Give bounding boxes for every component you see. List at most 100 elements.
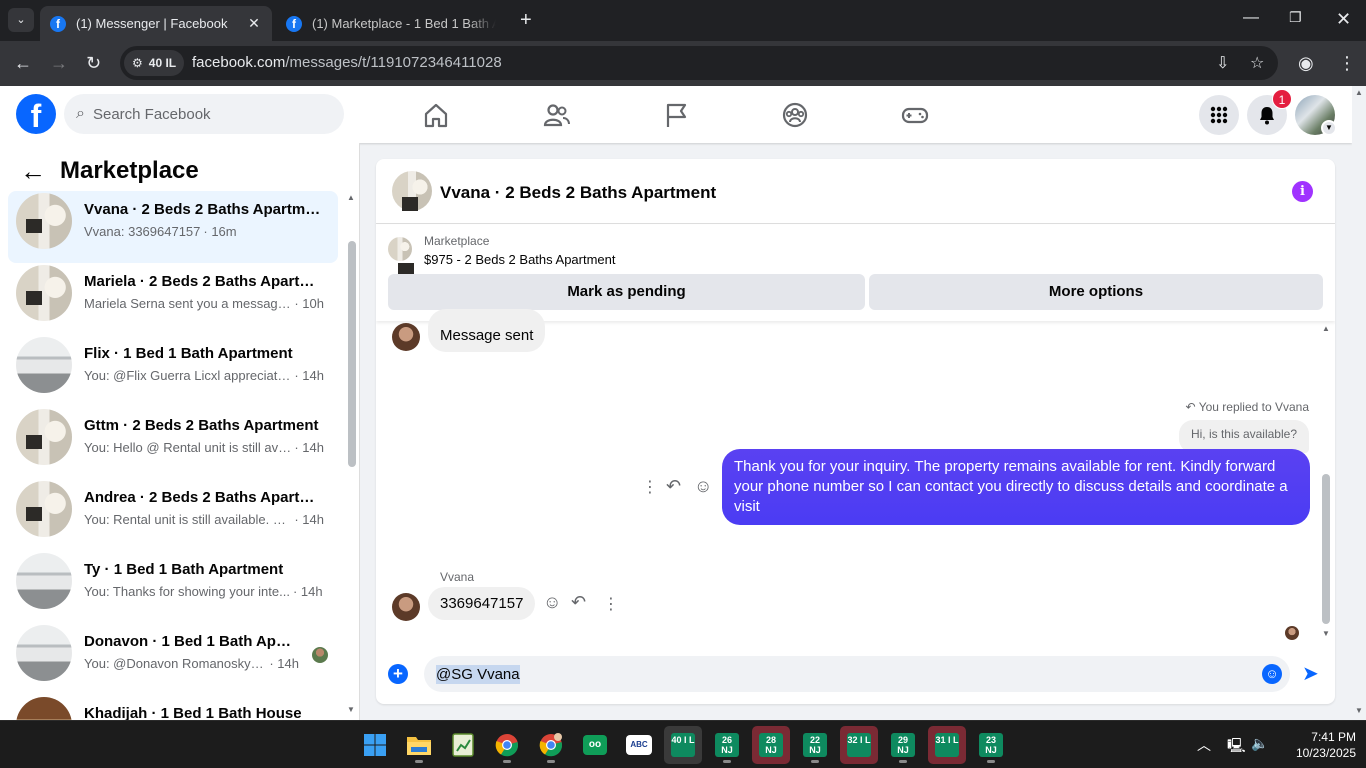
scroll-down-icon[interactable]: ▼ [1355,706,1363,715]
account-chevron-down-icon[interactable]: ▼ [1321,120,1337,136]
reply-icon: ↶ [1185,400,1199,414]
chat-item-donavon[interactable]: Donavon · 1 Bed 1 Bath Apart... You: @Do… [8,623,338,695]
chat-preview: You: @Donavon Romanoskyl a... · 14h [84,656,299,671]
close-tab-icon[interactable]: ✕ [246,15,262,32]
add-attachment-plus-icon[interactable]: + [388,664,408,684]
taskbar-profile-tile[interactable]: 31 I L [928,726,966,764]
chat-item-ty[interactable]: Ty · 1 Bed 1 Bath Apartment You: Thanks … [8,551,338,623]
listing-thumbnail [16,553,72,609]
file-explorer-icon[interactable] [400,726,438,764]
chat-item-flix[interactable]: Flix · 1 Bed 1 Bath Apartment You: @Flix… [8,335,338,407]
message-input-value[interactable]: @SG Vvana [436,664,520,684]
restore-icon[interactable]: ❐ [1289,9,1302,26]
windows-taskbar: oo ABC 40 I L 26 NJ 28 NJ 22 NJ 32 I L 29 NJ 3… [0,720,1366,768]
scroll-up-icon[interactable]: ▲ [1322,324,1330,333]
minimize-icon[interactable]: — [1243,9,1259,27]
omnibox[interactable]: ⚙ 40 IL facebook.com/messages/t/11910723… [120,46,1278,80]
notification-count-badge: 1 [1272,89,1292,109]
more-options-button[interactable]: More options [869,274,1323,310]
taskbar-profile-tile[interactable]: 26 NJ [708,726,746,764]
taskbar-profile-tile[interactable]: 40 I L [664,726,702,764]
taskbar-profile-tile[interactable]: 23 NJ [972,726,1010,764]
home-icon[interactable] [421,100,451,130]
conversation-avatar[interactable] [392,171,432,211]
taskbar-profile-tile[interactable]: 32 I L [840,726,878,764]
chat-item-gttm[interactable]: Gttm · 2 Beds 2 Baths Apartment You: Hel… [8,407,338,479]
reload-icon[interactable]: ↻ [86,52,101,74]
scroll-up-icon[interactable]: ▲ [347,193,355,202]
page-scrollbar[interactable]: ▲ ▼ [1352,86,1366,720]
back-arrow-icon[interactable]: ← [20,157,46,185]
taskbar-profile-tile[interactable]: 22 NJ [796,726,834,764]
conversation-title[interactable]: Vvana · 2 Beds 2 Baths Apartment [440,183,716,203]
scroll-up-icon[interactable]: ▲ [1355,88,1363,97]
url-host: facebook.com [192,54,286,71]
groups-icon[interactable] [780,100,810,130]
chat-preview: You: Rental unit is still available. Pl.… [84,512,324,527]
app-qo-icon[interactable]: oo [576,726,614,764]
close-window-icon[interactable]: ✕ [1336,9,1351,30]
chat-item-vvana[interactable]: Vvana · 2 Beds 2 Baths Apartment Vvana: … [8,191,338,263]
tab-search-button[interactable]: ⌄ [8,8,34,32]
gaming-icon[interactable] [900,100,930,130]
scrollbar-thumb[interactable] [348,241,356,467]
listing-thumbnail[interactable] [388,237,414,277]
tab-marketplace[interactable]: f (1) Marketplace - 1 Bed 1 Bath Apartme… [276,6,506,41]
tab-messenger[interactable]: f (1) Messenger | Facebook ✕ [40,6,272,41]
search-input[interactable]: ⌕ Search Facebook [64,94,344,134]
bookmark-star-icon[interactable]: ☆ [1250,53,1264,73]
volume-icon[interactable]: 🔈 [1251,735,1268,752]
chat-list-scrollbar[interactable]: ▲ ▼ [347,193,357,720]
address-bar: ← → ↻ ⚙ 40 IL facebook.com/messages/t/11… [0,41,1366,86]
chrome-icon[interactable] [488,726,526,764]
site-info-chip[interactable]: ⚙ 40 IL [124,50,185,76]
show-hidden-icons-chevron-icon[interactable]: ︿ [1197,735,1211,755]
new-tab-button[interactable]: + [520,9,532,31]
pages-flag-icon[interactable] [661,100,691,130]
listing-title[interactable]: $975 - 2 Beds 2 Baths Apartment [424,252,616,267]
emoji-icon[interactable]: ☺ [1262,664,1282,684]
menu-grid-icon[interactable] [1199,95,1239,135]
react-emoji-icon[interactable]: ☺ [543,592,561,613]
info-icon[interactable]: i [1292,181,1313,202]
system-clock[interactable]: 7:41 PM 10/23/2025 [1276,729,1356,761]
tab-title: (1) Messenger | Facebook [76,16,228,31]
spreadsheet-app-icon[interactable] [444,726,482,764]
chat-item-mariela[interactable]: Mariela · 2 Beds 2 Baths Apartm... Marie… [8,263,338,335]
network-icon[interactable]: 🖳 [1227,735,1246,759]
chat-item-khadijah[interactable]: Khadijah · 1 Bed 1 Bath House [8,695,338,720]
chat-item-andrea[interactable]: Andrea · 2 Beds 2 Baths Apartm... You: R… [8,479,338,551]
taskbar-profile-tile[interactable]: 29 NJ [884,726,922,764]
listing-thumbnail [16,481,72,537]
scroll-down-icon[interactable]: ▼ [1322,629,1330,638]
reply-icon[interactable]: ↶ [666,476,681,497]
back-icon[interactable]: ← [14,52,32,74]
taskbar-profile-tile[interactable]: 28 NJ [752,726,790,764]
thread-scrollbar[interactable]: ▲ ▼ [1321,324,1331,640]
facebook-logo-icon[interactable]: f [16,94,56,134]
menu-icon[interactable]: ⋮ [1338,52,1356,74]
mark-as-pending-button[interactable]: Mark as pending [388,274,865,310]
listing-thumbnail [16,337,72,393]
seen-receipt-avatar [1285,626,1299,640]
chat-name: Vvana · 2 Beds 2 Baths Apartment [84,201,324,218]
more-actions-icon[interactable]: ⋮ [642,477,658,497]
search-placeholder: Search Facebook [92,105,211,123]
read-receipt-avatar [312,647,328,663]
react-emoji-icon[interactable]: ☺ [694,476,712,497]
install-app-icon[interactable]: ⇩ [1216,53,1229,73]
scroll-down-icon[interactable]: ▼ [347,705,355,714]
friends-icon[interactable] [541,100,571,130]
scrollbar-thumb[interactable] [1322,474,1330,624]
reply-icon[interactable]: ↶ [571,592,586,613]
profile-icon[interactable]: ◉ [1298,52,1314,74]
contact-avatar [392,593,420,621]
message-input[interactable]: @SG Vvana ☺ [424,656,1290,692]
forward-icon[interactable]: → [50,52,68,74]
proxy-app-icon[interactable]: ABC [620,726,658,764]
more-actions-icon[interactable]: ⋮ [603,594,619,614]
send-icon[interactable]: ➤ [1302,664,1319,684]
chrome-profile-icon[interactable] [532,726,570,764]
start-button[interactable] [356,726,394,764]
chat-preview: You: Thanks for showing your inte... · 14… [84,584,324,599]
